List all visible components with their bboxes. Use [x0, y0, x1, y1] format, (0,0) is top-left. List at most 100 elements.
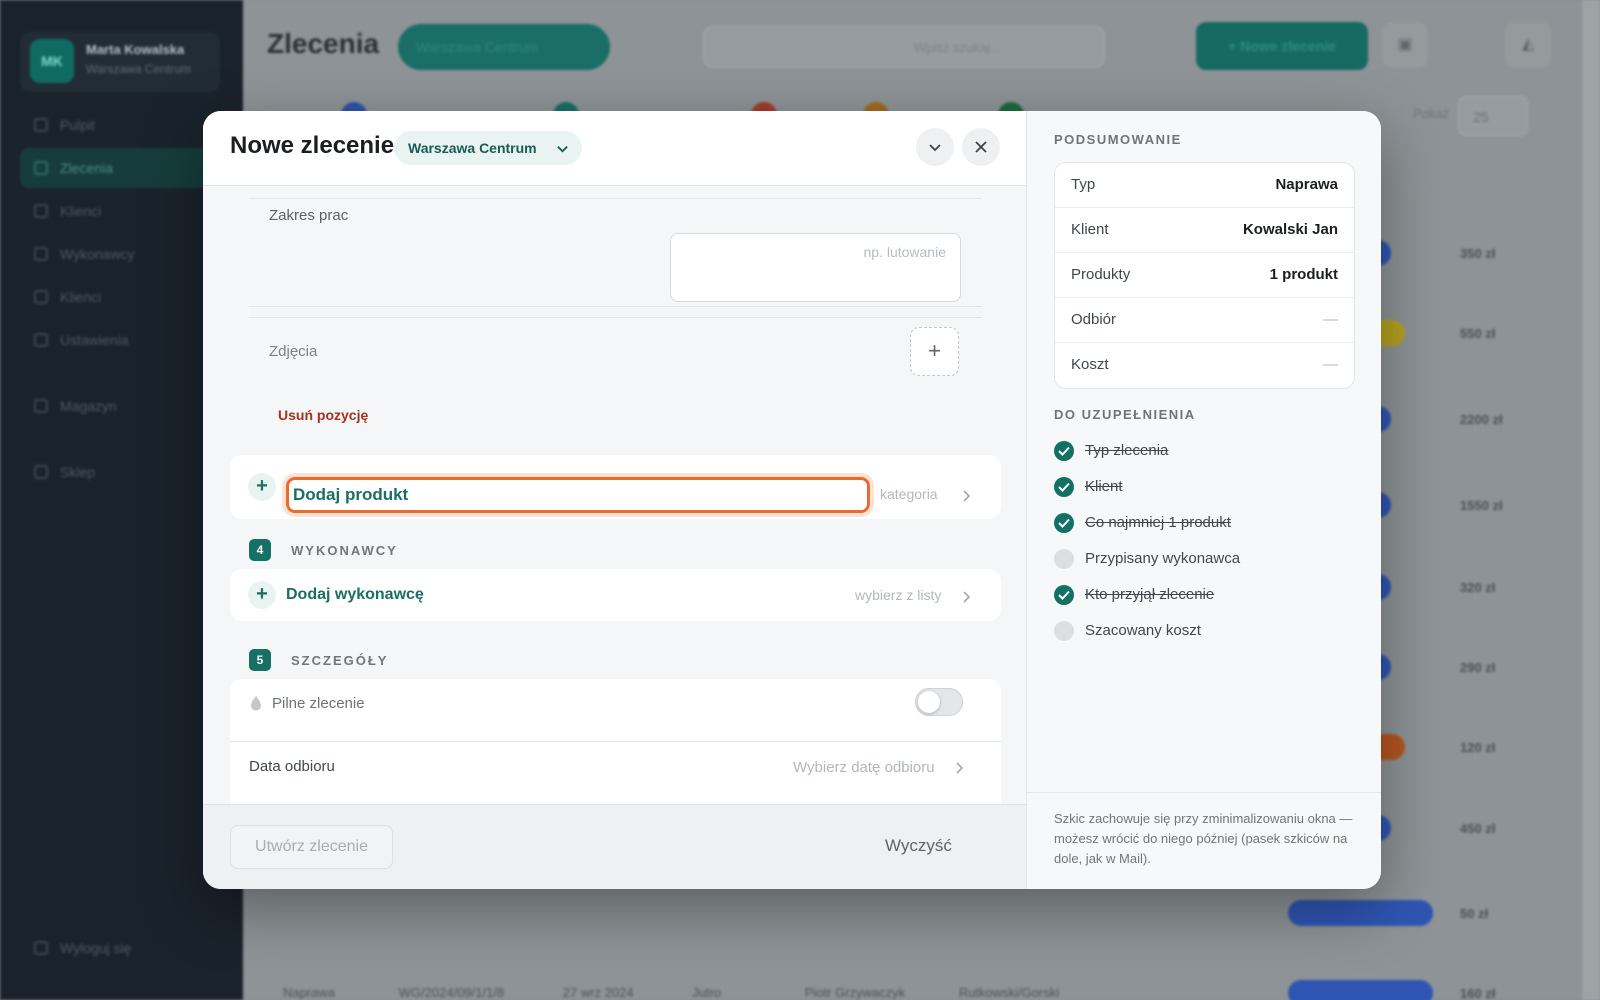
status-badge [1288, 980, 1433, 1000]
summary-row: Produkty 1 produkt [1055, 253, 1354, 298]
draft-note: Szkic zachowuje się przy zminimalizowani… [1054, 811, 1353, 866]
plus-icon: + [928, 338, 941, 363]
summary-value: — [1323, 356, 1338, 373]
add-product-input[interactable]: Dodaj produkt [286, 477, 870, 513]
checklist-label: Przypisany wykonawca [1085, 550, 1241, 567]
category-hint[interactable]: kategoria [880, 486, 938, 502]
sidebar-item-label: Pulpit [60, 117, 96, 133]
summary-value: 1 produkt [1269, 266, 1338, 283]
summary-key: Koszt [1071, 356, 1109, 373]
photos-label: Zdjęcia [269, 343, 318, 360]
empty-circle-icon [1054, 621, 1074, 641]
empty-circle-icon [1054, 549, 1074, 569]
close-button[interactable] [962, 128, 1000, 166]
minimize-button[interactable] [916, 128, 954, 166]
chevron-right-icon [963, 591, 970, 603]
sidebar-item-label: Klienci [60, 289, 102, 305]
home-icon [34, 118, 48, 132]
tag-icon [34, 465, 48, 479]
remove-position-link[interactable]: Usuń pozycję [278, 407, 368, 423]
page-title: Zlecenia [267, 28, 380, 59]
price-cell: 2200 zł [1460, 412, 1503, 427]
logout-icon [34, 941, 48, 955]
new-order-button[interactable]: + Nowe zlecenie [1196, 22, 1368, 70]
divider [249, 317, 982, 318]
logout-button[interactable]: Wyloguj się [20, 928, 240, 968]
check-icon [1054, 585, 1074, 605]
chevron-right-icon [956, 762, 963, 774]
modal-header: Nowe zlecenie Warszawa Centrum [203, 111, 1026, 186]
modal-form: Nowe zlecenie Warszawa Centrum Zakres pr… [203, 111, 1026, 889]
clear-button[interactable]: Wyczyść [885, 836, 952, 856]
summary-row: Typ Naprawa [1055, 163, 1354, 208]
summary-key: Produkty [1071, 266, 1131, 283]
summary-key: Typ [1071, 176, 1096, 193]
avatar: MK [30, 39, 74, 83]
gear-icon [34, 333, 48, 347]
todo-heading: DO UZUPEŁNIENIA [1054, 407, 1196, 422]
row-tech: Rutkowski/Gorski [958, 985, 1060, 1000]
close-icon [975, 141, 987, 153]
count-label: Pokaż [1413, 106, 1450, 121]
check-icon [1054, 477, 1074, 497]
modal-title: Nowe zlecenie [230, 132, 395, 159]
page-size-select[interactable]: 25 [1458, 96, 1528, 136]
summary-value: Naprawa [1275, 176, 1338, 193]
price-cell: 290 zł [1460, 660, 1496, 675]
divider [230, 741, 1001, 742]
user-icon[interactable]: ◭ [1505, 22, 1551, 68]
row-id: WG/2024/09/1/1/8 [398, 985, 505, 1000]
checklist-label: Kto przyjął zlecenie [1085, 586, 1215, 603]
user-role: Warszawa Centrum [86, 62, 191, 76]
new-order-modal: Nowe zlecenie Warszawa Centrum Zakres pr… [203, 111, 1381, 889]
summary-value: Kowalski Jan [1242, 221, 1338, 238]
summary-row: Klient Kowalski Jan [1055, 208, 1354, 253]
price-cell: 120 zł [1460, 740, 1496, 755]
branch-dropdown[interactable]: Warszawa Centrum [394, 131, 582, 165]
checklist-label: Szacowany koszt [1085, 622, 1201, 639]
scope-textarea[interactable]: np. lutowanie [670, 233, 961, 302]
create-order-button[interactable]: Utwórz zlecenie [230, 825, 393, 869]
chevron-down-icon [557, 146, 568, 153]
plus-icon[interactable]: + [248, 473, 276, 501]
scrollbar[interactable] [1582, 0, 1600, 1000]
check-icon [1054, 441, 1074, 461]
pickup-date-picker[interactable]: Wybierz datę odbioru [793, 759, 935, 776]
add-executor-link[interactable]: Dodaj wykonawcę [286, 586, 424, 604]
row-date: 27 wrz 2024 [562, 985, 634, 1000]
executor-hint[interactable]: wybierz z listy [855, 587, 941, 603]
section-number: 5 [249, 649, 271, 671]
status-badge [1288, 900, 1433, 926]
user-name: Marta Kowalska [86, 42, 185, 57]
orders-icon [34, 161, 48, 175]
box-icon [34, 399, 48, 413]
summary-row: Koszt — [1055, 343, 1354, 388]
branch-selector[interactable]: Warszawa Centrum [398, 24, 610, 70]
user-card[interactable]: MK Marta Kowalska Warszawa Centrum [20, 32, 220, 92]
plus-icon[interactable]: + [248, 581, 276, 609]
price-cell: 350 zł [1460, 246, 1496, 261]
print-icon[interactable]: ▣ [1382, 22, 1428, 68]
modal-footer: Utwórz zlecenie Wyczyść [203, 804, 1026, 889]
search-input[interactable]: Wpisz szukaj... [703, 26, 1105, 68]
chevron-right-icon [963, 490, 970, 502]
summary-key: Klient [1071, 221, 1109, 238]
add-photo-button[interactable]: + [910, 327, 959, 376]
sidebar-item-label: Zlecenia [60, 160, 113, 176]
section-number: 4 [249, 539, 271, 561]
sidebar-item-label: Sklep [60, 464, 96, 480]
checklist-label: Typ zlecenia [1085, 442, 1169, 459]
check-icon [1054, 513, 1074, 533]
summary-key: Odbiór [1071, 311, 1117, 328]
pickup-date-label: Data odbioru [249, 758, 335, 775]
summary-value: — [1323, 311, 1338, 328]
logout-label: Wyloguj się [60, 940, 132, 956]
price-cell: 450 zł [1460, 821, 1496, 836]
table-row[interactable]: Naprawa WG/2024/09/1/1/8 27 wrz 2024 Jut… [283, 985, 1059, 1000]
urgent-label: Pilne zlecenie [272, 695, 365, 712]
section-title-executors: WYKONAWCY [291, 543, 398, 558]
price-cell: 160 zł [1460, 986, 1496, 1000]
draft-note-area: Szkic zachowuje się przy zminimalizowani… [1027, 792, 1381, 889]
drop-icon [251, 696, 261, 711]
urgent-toggle[interactable] [915, 688, 963, 716]
